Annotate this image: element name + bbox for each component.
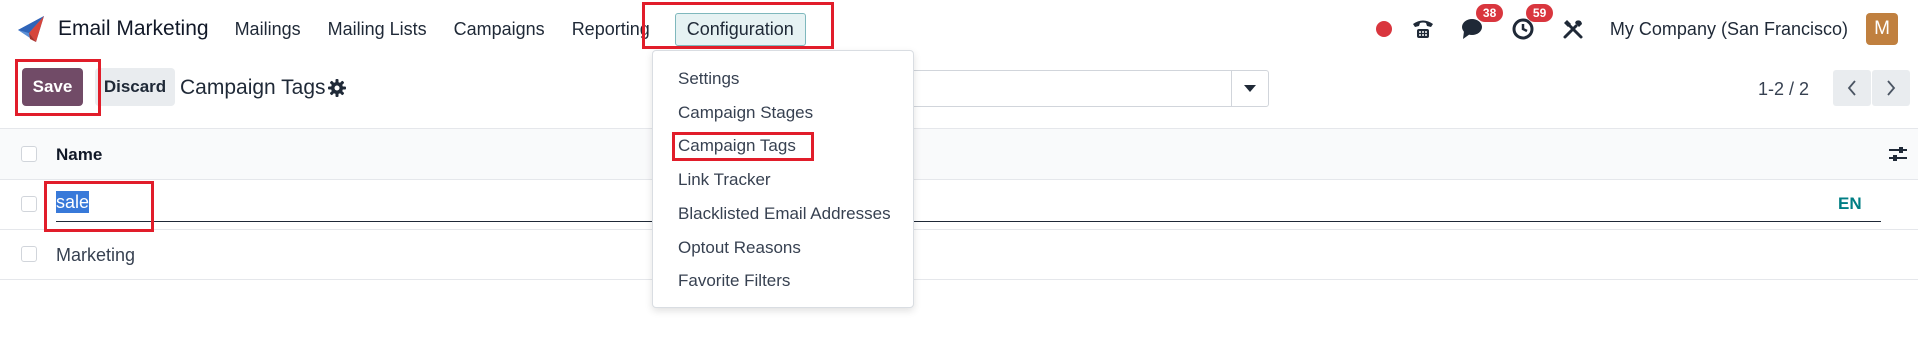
menu-campaigns[interactable]: Campaigns xyxy=(454,19,545,40)
dropdown-item-link-tracker[interactable]: Link Tracker xyxy=(678,170,771,190)
page-title: Campaign Tags xyxy=(180,76,326,99)
dropdown-item-campaign-tags[interactable]: Campaign Tags xyxy=(678,136,796,156)
column-header-name[interactable]: Name xyxy=(56,145,102,165)
messages-badge: 38 xyxy=(1475,4,1504,22)
discard-button[interactable]: Discard xyxy=(95,68,175,106)
systray: 38 59 My Company (San Francisco) M xyxy=(1375,0,1918,58)
pager-next-button[interactable] xyxy=(1872,70,1910,106)
top-navbar: Email Marketing Mailings Mailing Lists C… xyxy=(0,0,1918,58)
dropdown-item-optout-reasons[interactable]: Optout Reasons xyxy=(678,238,801,258)
table-row[interactable]: Marketing xyxy=(0,230,1918,280)
pager-value[interactable]: 1-2 / 2 xyxy=(1758,79,1809,100)
list-header: Name xyxy=(0,128,1918,180)
translate-language-button[interactable]: EN xyxy=(1838,194,1862,214)
row-checkbox[interactable] xyxy=(21,196,37,212)
chevron-left-icon xyxy=(1847,80,1856,96)
sliders-icon[interactable] xyxy=(1888,145,1908,163)
name-edit-value[interactable]: sale xyxy=(56,191,90,213)
recording-indicator[interactable] xyxy=(1375,21,1392,37)
tools-icon xyxy=(1563,20,1583,39)
debug-button[interactable] xyxy=(1560,16,1586,42)
control-panel: Save Discard Campaign Tags 1-2 / 2 xyxy=(0,58,1918,128)
activities-badge: 59 xyxy=(1525,4,1554,22)
row-name-cell[interactable]: Marketing xyxy=(56,245,135,266)
company-switcher[interactable]: My Company (San Francisco) xyxy=(1610,19,1848,40)
menu-configuration[interactable]: Configuration xyxy=(674,12,806,46)
dropdown-item-campaign-stages[interactable]: Campaign Stages xyxy=(678,103,813,123)
pager-previous-button[interactable] xyxy=(1833,70,1871,106)
save-button[interactable]: Save xyxy=(22,68,83,106)
configuration-dropdown-menu: Settings Campaign Stages Campaign Tags L… xyxy=(652,50,914,308)
chevron-right-icon xyxy=(1887,80,1896,96)
menu-mailing-lists[interactable]: Mailing Lists xyxy=(328,19,427,40)
activities-button[interactable]: 59 xyxy=(1510,4,1554,42)
dropdown-item-settings[interactable]: Settings xyxy=(678,69,739,89)
table-row[interactable]: sale EN xyxy=(0,180,1918,230)
phone-icon xyxy=(1412,20,1433,38)
app-brand[interactable]: Email Marketing xyxy=(16,14,209,44)
menu-reporting[interactable]: Reporting xyxy=(572,19,650,40)
gear-icon[interactable] xyxy=(328,79,346,97)
messages-button[interactable]: 38 xyxy=(1460,4,1504,42)
row-checkbox[interactable] xyxy=(21,246,37,262)
main-menu: Mailings Mailing Lists Campaigns Reporti… xyxy=(235,12,833,46)
dropdown-item-favorite-filters[interactable]: Favorite Filters xyxy=(678,271,790,291)
avatar[interactable]: M xyxy=(1866,13,1898,45)
name-edit-field[interactable]: sale xyxy=(56,191,1881,222)
menu-mailings[interactable]: Mailings xyxy=(235,19,301,40)
select-all-checkbox[interactable] xyxy=(21,146,37,162)
phone-button[interactable] xyxy=(1410,16,1436,42)
dropdown-item-blacklisted-email-addresses[interactable]: Blacklisted Email Addresses xyxy=(678,204,891,224)
paper-plane-icon xyxy=(18,16,44,42)
app-title: Email Marketing xyxy=(58,17,209,40)
caret-down-icon xyxy=(1244,84,1256,92)
search-options-toggle[interactable] xyxy=(1231,71,1268,106)
